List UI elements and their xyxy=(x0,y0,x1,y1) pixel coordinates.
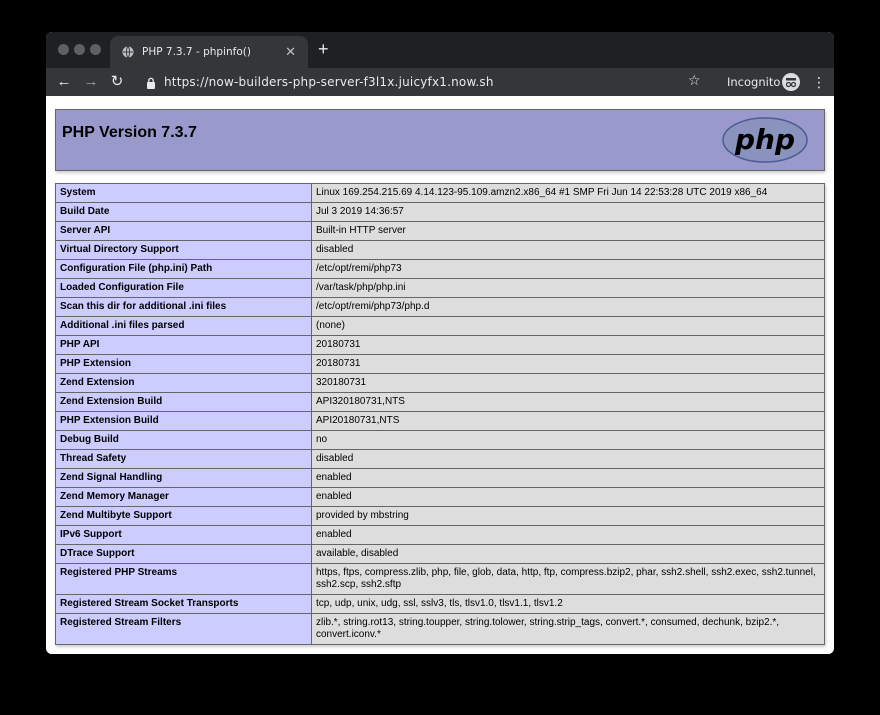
table-row: Zend Multibyte Support provided by mbstri… xyxy=(55,506,825,526)
row-key: DTrace Support xyxy=(55,544,312,564)
plus-icon[interactable]: + xyxy=(318,39,329,59)
row-key: Server API xyxy=(55,221,312,241)
toolbar: ← → ↻ https://now-builders-php-server-f3… xyxy=(46,68,834,96)
table-row: Registered Stream Socket Transports tcp, … xyxy=(55,594,825,614)
tab-strip: PHP 7.3.7 - phpinfo() ✕ + xyxy=(46,32,834,68)
row-value: tcp, udp, unix, udg, ssl, sslv3, tls, tl… xyxy=(311,594,825,614)
row-key: Zend Memory Manager xyxy=(55,487,312,507)
address-bar[interactable]: https://now-builders-php-server-f3l1x.ju… xyxy=(134,70,716,94)
table-row: Additional .ini files parsed (none) xyxy=(55,316,825,336)
incognito-label: Incognito xyxy=(727,75,781,89)
globe-icon xyxy=(122,46,134,58)
table-row: Debug Build no xyxy=(55,430,825,450)
row-key: Registered Stream Filters xyxy=(55,613,312,645)
page-title: PHP Version 7.3.7 xyxy=(62,124,197,141)
browser-window: PHP 7.3.7 - phpinfo() ✕ + ← → ↻ https://… xyxy=(46,32,834,654)
row-key: Scan this dir for additional .ini files xyxy=(55,297,312,317)
row-value: (none) xyxy=(311,316,825,336)
row-key: Loaded Configuration File xyxy=(55,278,312,298)
minimize-window-button[interactable] xyxy=(74,44,85,55)
row-value: Linux 169.254.215.69 4.14.123-95.109.amz… xyxy=(311,183,825,203)
row-key: Virtual Directory Support xyxy=(55,240,312,260)
table-row: Zend Memory Manager enabled xyxy=(55,487,825,507)
row-value: disabled xyxy=(311,240,825,260)
row-key: PHP Extension xyxy=(55,354,312,374)
back-icon[interactable]: ← xyxy=(54,72,74,92)
table-row: Registered Stream Filters zlib.*, string.… xyxy=(55,613,825,645)
table-row: Thread Safety disabled xyxy=(55,449,825,469)
row-key: System xyxy=(55,183,312,203)
row-value: disabled xyxy=(311,449,825,469)
table-row: Configuration File (php.ini) Path/etc/op… xyxy=(55,259,825,279)
info-table: System Linux 169.254.215.69 4.14.123-95.1… xyxy=(55,183,825,645)
row-value: API320180731,NTS xyxy=(311,392,825,412)
row-key: Zend Signal Handling xyxy=(55,468,312,488)
table-row: PHP Extension 20180731 xyxy=(55,354,825,374)
table-row: DTrace Support available, disabled xyxy=(55,544,825,564)
row-key: PHP API xyxy=(55,335,312,355)
row-key: Registered Stream Socket Transports xyxy=(55,594,312,614)
row-key: Thread Safety xyxy=(55,449,312,469)
page-content: PHP Version 7.3.7 php System Linux 169.25… xyxy=(46,96,834,654)
row-value: 20180731 xyxy=(311,354,825,374)
close-icon[interactable]: ✕ xyxy=(285,44,296,60)
tab-title: PHP 7.3.7 - phpinfo() xyxy=(142,46,251,58)
table-row: Zend Extension 320180731 xyxy=(55,373,825,393)
star-icon[interactable]: ☆ xyxy=(688,72,701,89)
row-value: provided by mbstring xyxy=(311,506,825,526)
forward-icon[interactable]: → xyxy=(81,72,101,92)
row-value: available, disabled xyxy=(311,544,825,564)
row-value: enabled xyxy=(311,487,825,507)
row-key: Configuration File (php.ini) Path xyxy=(55,259,312,279)
row-key: PHP Extension Build xyxy=(55,411,312,431)
table-row: Scan this dir for additional .ini files /… xyxy=(55,297,825,317)
table-row: Virtual Directory Support disabled xyxy=(55,240,825,260)
row-value: API20180731,NTS xyxy=(311,411,825,431)
browser-tab[interactable]: PHP 7.3.7 - phpinfo() ✕ xyxy=(110,36,308,68)
table-row: Zend Extension Build API320180731,NTS xyxy=(55,392,825,412)
row-value: 20180731 xyxy=(311,335,825,355)
table-row: Server API Built-in HTTP server xyxy=(55,221,825,241)
php-logo: php xyxy=(722,117,808,163)
row-value: 320180731 xyxy=(311,373,825,393)
lock-icon xyxy=(146,76,156,89)
row-key: Additional .ini files parsed xyxy=(55,316,312,336)
row-key: Registered PHP Streams xyxy=(55,563,312,595)
row-value: https, ftps, compress.zlib, php, file, g… xyxy=(311,563,825,595)
close-window-button[interactable] xyxy=(58,44,69,55)
row-key: Zend Extension xyxy=(55,373,312,393)
row-key: Debug Build xyxy=(55,430,312,450)
row-value: /var/task/php/php.ini xyxy=(311,278,825,298)
row-key: Build Date xyxy=(55,202,312,222)
table-row: Registered PHP Streams https, ftps, compr… xyxy=(55,563,825,595)
row-value: Built-in HTTP server xyxy=(311,221,825,241)
incognito-icon[interactable] xyxy=(782,73,800,91)
maximize-window-button[interactable] xyxy=(90,44,101,55)
row-value: /etc/opt/remi/php73 xyxy=(311,259,825,279)
row-value: /etc/opt/remi/php73/php.d xyxy=(311,297,825,317)
table-row: PHP API 20180731 xyxy=(55,335,825,355)
row-key: Zend Multibyte Support xyxy=(55,506,312,526)
row-value: zlib.*, string.rot13, string.toupper, st… xyxy=(311,613,825,645)
menu-icon[interactable]: ⋮ xyxy=(812,72,826,92)
table-row: PHP Extension Build API20180731,NTS xyxy=(55,411,825,431)
url-text: https://now-builders-php-server-f3l1x.ju… xyxy=(164,75,494,89)
row-value: no xyxy=(311,430,825,450)
row-key: Zend Extension Build xyxy=(55,392,312,412)
php-header: PHP Version 7.3.7 php xyxy=(55,109,825,171)
row-value: enabled xyxy=(311,468,825,488)
table-row: Loaded Configuration File/var/task/php/p… xyxy=(55,278,825,298)
table-row: System Linux 169.254.215.69 4.14.123-95.1… xyxy=(55,183,825,203)
reload-icon[interactable]: ↻ xyxy=(107,72,127,92)
row-value: Jul 3 2019 14:36:57 xyxy=(311,202,825,222)
table-row: IPv6 Support enabled xyxy=(55,525,825,545)
table-row: Zend Signal Handling enabled xyxy=(55,468,825,488)
row-key: IPv6 Support xyxy=(55,525,312,545)
row-value: enabled xyxy=(311,525,825,545)
table-row: Build Date Jul 3 2019 14:36:57 xyxy=(55,202,825,222)
svg-text:php: php xyxy=(734,123,795,156)
